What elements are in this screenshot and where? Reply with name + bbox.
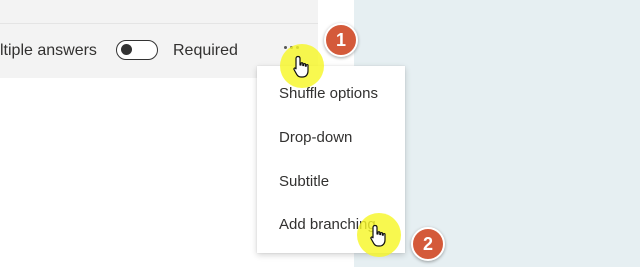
step-badge: 1 [324,23,358,57]
hand-cursor-icon [293,55,309,78]
multiple-answers-label: ltiple answers [0,42,97,59]
required-label: Required [173,42,238,59]
menu-item-shuffle-options[interactable]: Shuffle options [279,85,378,102]
toolbar-divider [0,23,318,24]
menu-item-drop-down[interactable]: Drop-down [279,129,352,146]
toggle-knob [121,44,132,55]
step-badge: 2 [411,227,445,261]
more-options-icon [283,45,287,49]
hand-cursor-icon [370,224,386,247]
required-toggle[interactable] [116,40,158,60]
menu-item-subtitle[interactable]: Subtitle [279,173,329,190]
